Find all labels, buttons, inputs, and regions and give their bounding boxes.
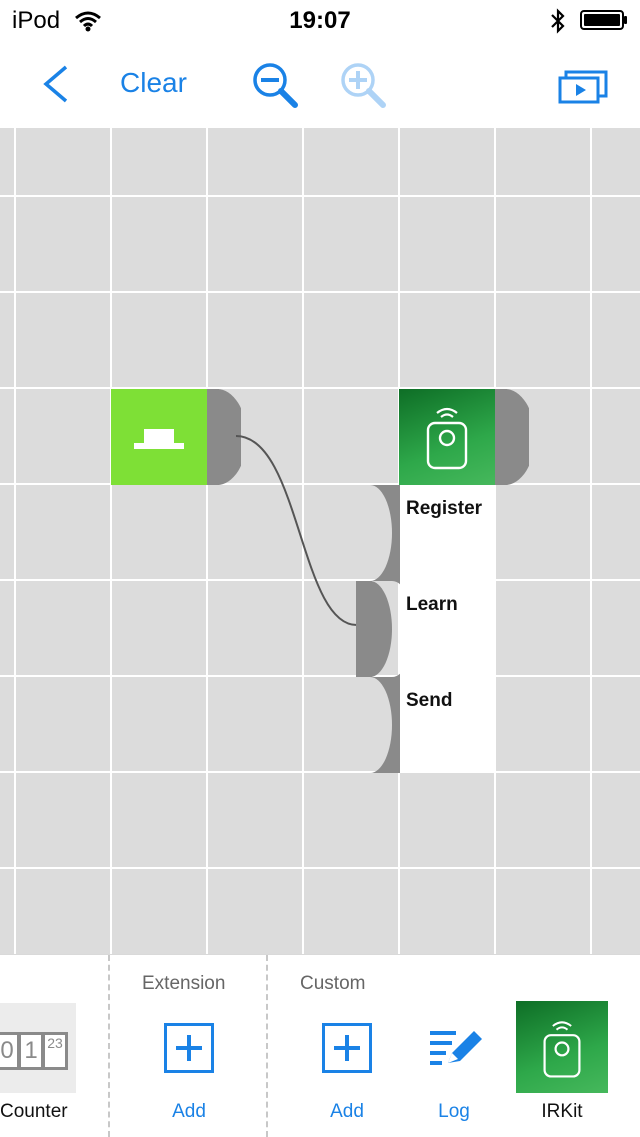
custom-add-button[interactable] bbox=[322, 1023, 372, 1073]
connection-wire[interactable] bbox=[0, 128, 640, 954]
section-divider bbox=[266, 955, 268, 1137]
custom-add-label[interactable]: Add bbox=[308, 1101, 386, 1123]
irkit-port-panel bbox=[399, 485, 495, 771]
counter-digit: 23 bbox=[42, 1032, 68, 1070]
custom-section-title: Custom bbox=[300, 973, 366, 994]
zoom-out-icon[interactable] bbox=[250, 62, 300, 110]
port-label-register: Register bbox=[406, 498, 483, 519]
port-label-send: Send bbox=[406, 690, 453, 711]
extension-add-label[interactable]: Add bbox=[150, 1101, 228, 1123]
clock-time: 19:07 bbox=[289, 7, 351, 34]
irkit-node[interactable] bbox=[399, 389, 495, 485]
extension-section-title: Extension bbox=[142, 973, 226, 994]
remote-control-icon bbox=[426, 407, 468, 470]
battery-icon bbox=[580, 10, 627, 30]
zoom-in-icon[interactable] bbox=[338, 62, 388, 110]
section-divider bbox=[108, 955, 110, 1137]
counter-label: Counter bbox=[0, 1101, 68, 1122]
status-bar: iPod 19:07 bbox=[0, 0, 640, 40]
register-input-port[interactable] bbox=[370, 485, 400, 581]
nav-bar: Clear bbox=[0, 40, 640, 128]
port-label-learn: Learn bbox=[406, 594, 458, 615]
module-toolbar: 0 1 23 Counter Extension Add Custom Add … bbox=[0, 954, 640, 1137]
irkit-output-port[interactable] bbox=[495, 389, 529, 485]
irkit-label: IRKit bbox=[541, 1101, 583, 1122]
bluetooth-icon bbox=[551, 8, 565, 34]
log-label[interactable]: Log bbox=[424, 1101, 484, 1123]
learn-input-port[interactable] bbox=[356, 581, 400, 677]
patch-canvas[interactable]: Register Learn Send bbox=[0, 128, 640, 954]
counter-digit: 0 bbox=[0, 1032, 20, 1070]
counter-module[interactable]: 0 1 23 bbox=[0, 1003, 76, 1093]
counter-digit: 1 bbox=[18, 1032, 44, 1070]
send-input-port[interactable] bbox=[370, 677, 400, 773]
clear-button[interactable]: Clear bbox=[120, 67, 187, 99]
slideshow-icon[interactable] bbox=[558, 66, 610, 106]
irkit-module[interactable] bbox=[516, 1001, 608, 1093]
extension-add-button[interactable] bbox=[164, 1023, 214, 1073]
remote-control-icon bbox=[543, 1021, 581, 1078]
back-chevron-icon[interactable] bbox=[38, 64, 72, 104]
log-edit-icon[interactable] bbox=[428, 1027, 484, 1067]
